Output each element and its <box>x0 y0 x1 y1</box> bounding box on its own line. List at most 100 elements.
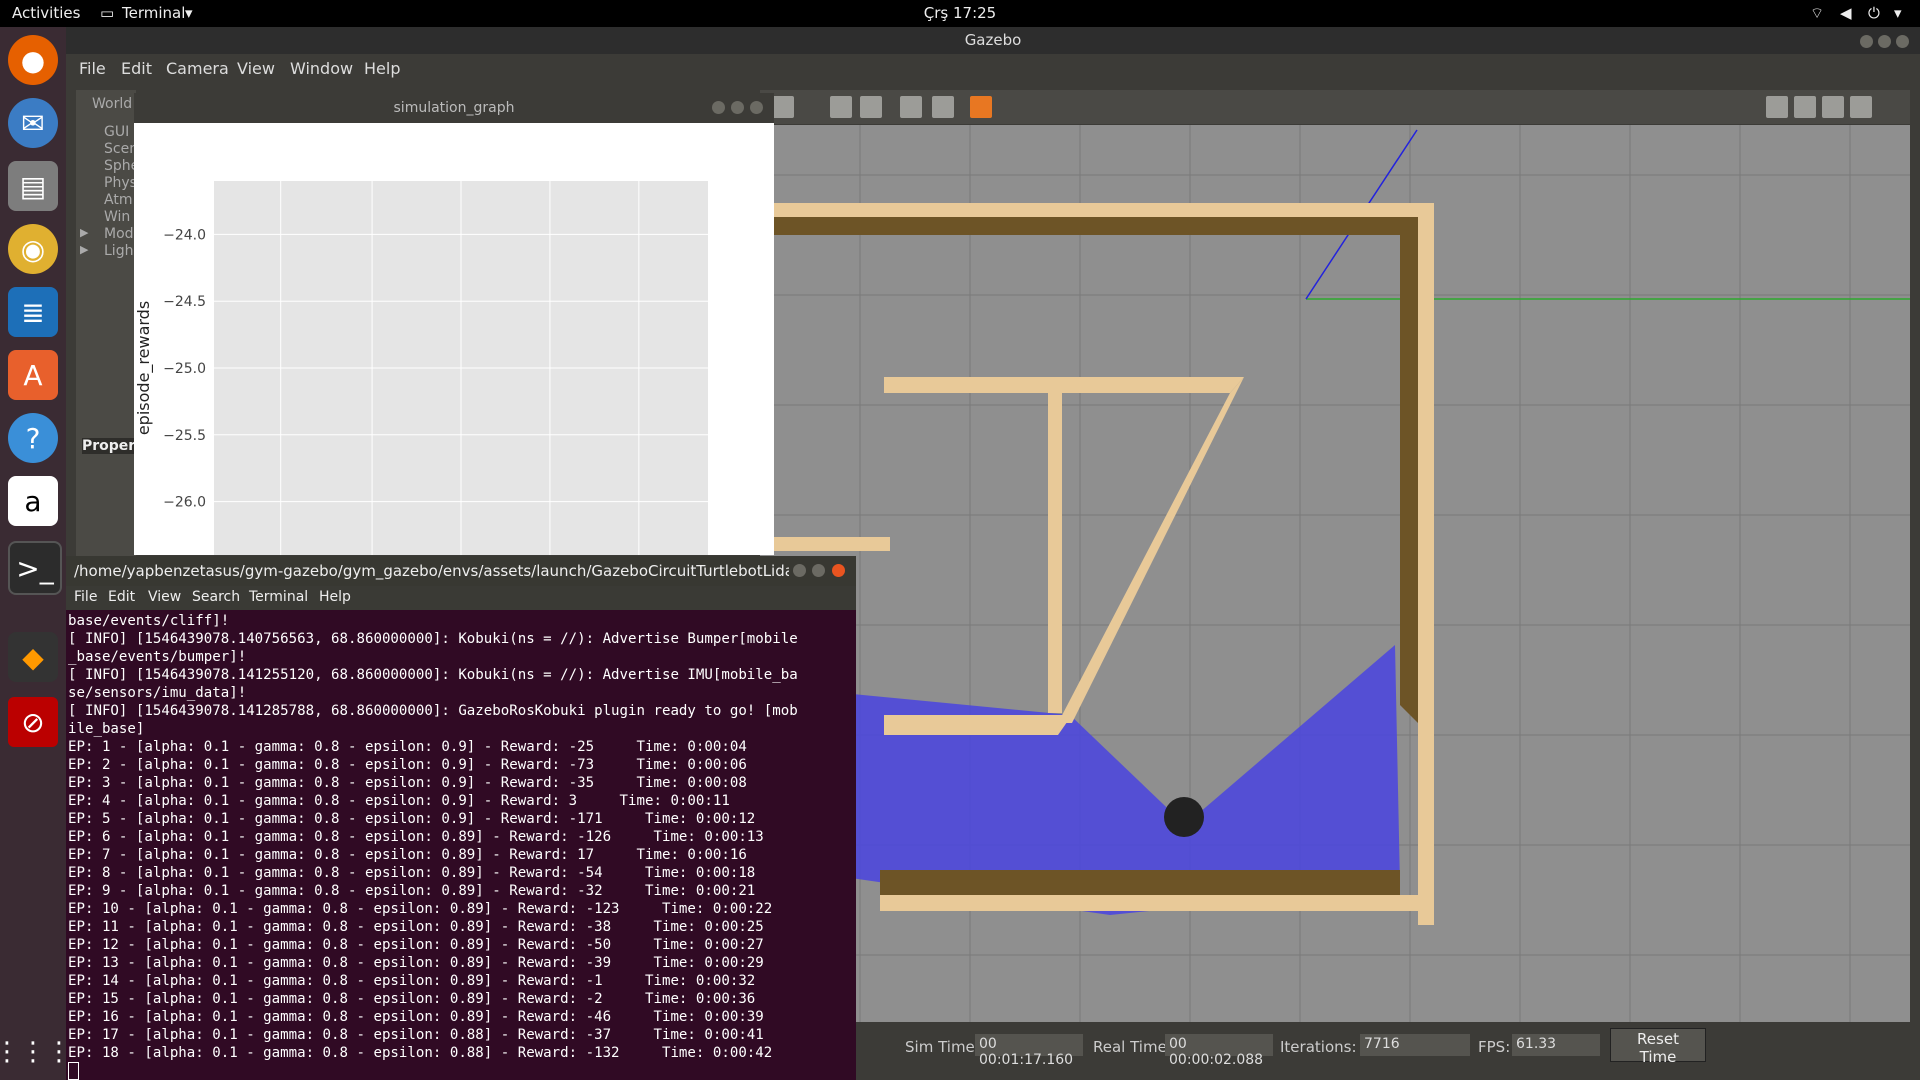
close-icon[interactable] <box>750 101 763 114</box>
blender-icon[interactable]: ◆ <box>8 632 58 682</box>
y-tick-label: −24.0 <box>163 227 206 243</box>
gazebo-toolbar <box>760 90 1910 124</box>
menu-terminal[interactable]: Terminal <box>249 589 308 605</box>
power-icon[interactable]: ⏻ <box>1868 4 1880 22</box>
terminal-line: EP: 16 - [alpha: 0.1 - gamma: 0.8 - epsi… <box>68 1009 764 1025</box>
properties-header: Proper <box>82 438 136 454</box>
magnet-icon[interactable] <box>932 96 954 118</box>
thunderbird-icon[interactable]: ✉ <box>8 98 58 148</box>
terminal-title: /home/yapbenzetasus/gym-gazebo/gym_gazeb… <box>74 562 789 580</box>
expand-arrow-icon[interactable]: ▶ <box>80 243 88 256</box>
chevron-down-icon[interactable]: ▾ <box>1894 4 1902 22</box>
reset-time-button[interactable]: Reset Time <box>1610 1028 1706 1066</box>
rhythmbox-icon[interactable]: ◉ <box>8 224 58 274</box>
terminal-line: EP: 12 - [alpha: 0.1 - gamma: 0.8 - epsi… <box>68 937 764 953</box>
menu-edit[interactable]: Edit <box>108 589 135 605</box>
maximize-icon[interactable] <box>1878 35 1891 48</box>
tree-item-wind[interactable]: Win <box>104 209 130 225</box>
terminal-line: se/sensors/imu_data]! <box>68 685 247 701</box>
menu-file[interactable]: File <box>79 59 106 78</box>
minimize-icon[interactable] <box>1860 35 1873 48</box>
turtlebot-robot[interactable] <box>1164 797 1204 837</box>
terminal-line: EP: 13 - [alpha: 0.1 - gamma: 0.8 - epsi… <box>68 955 764 971</box>
menu-window[interactable]: Window <box>290 59 353 78</box>
menu-view[interactable]: View <box>237 59 275 78</box>
tree-item-physics[interactable]: Phys <box>104 175 137 191</box>
terminal-line: [ INFO] [1546439078.141255120, 68.860000… <box>68 667 798 683</box>
maximize-icon[interactable] <box>812 564 825 577</box>
activities-button[interactable]: Activities <box>12 4 80 22</box>
close-icon[interactable] <box>1896 35 1909 48</box>
wall-inner-bottom <box>884 715 1072 735</box>
app-menu[interactable]: Terminal <box>122 4 185 22</box>
plot-icon[interactable] <box>1822 96 1844 118</box>
show-apps-icon[interactable]: ⋮⋮⋮ <box>0 1027 72 1077</box>
menu-edit[interactable]: Edit <box>121 59 152 78</box>
y-tick-label: −25.0 <box>163 361 206 377</box>
firefox-icon[interactable]: ● <box>8 35 58 85</box>
software-center-icon[interactable]: A <box>8 350 58 400</box>
video-icon[interactable] <box>1850 96 1872 118</box>
menu-file[interactable]: File <box>74 589 97 605</box>
sim-time-value: 00 00:01:17.160 <box>975 1034 1083 1068</box>
volume-icon[interactable]: ◀ <box>1840 4 1852 22</box>
real-time-value: 00 00:00:02.088 <box>1165 1034 1273 1068</box>
tree-item-lights[interactable]: Ligh <box>104 243 133 259</box>
tree-item-gui[interactable]: GUI <box>104 124 129 140</box>
tree-item-scene[interactable]: Scen <box>104 141 138 157</box>
terminal-app-icon: ▭ <box>100 4 115 22</box>
files-icon[interactable]: ▤ <box>8 161 58 211</box>
scene-render[interactable] <box>760 125 1910 1022</box>
paste-icon[interactable] <box>860 96 882 118</box>
close-icon[interactable] <box>832 564 845 577</box>
y-tick-label: −26.0 <box>163 495 206 511</box>
dock: ● ✉ ▤ ◉ ≣ A ? a >_ ◆ ⊘ ⋮⋮⋮ <box>0 27 72 1080</box>
writer-icon[interactable]: ≣ <box>8 287 58 337</box>
chevron-down-icon: ▾ <box>185 4 193 22</box>
terminal-line: EP: 7 - [alpha: 0.1 - gamma: 0.8 - epsil… <box>68 847 747 863</box>
plot-canvas: −24.0 −24.5 −25.0 −25.5 −26.0 episode_reward… <box>134 181 708 555</box>
clock[interactable]: Çrş 17:25 <box>924 4 996 22</box>
terminal-cursor <box>68 1062 79 1080</box>
menu-search[interactable]: Search <box>192 589 240 605</box>
terminal-line: EP: 6 - [alpha: 0.1 - gamma: 0.8 - epsil… <box>68 829 764 845</box>
record-log-icon[interactable] <box>1794 96 1816 118</box>
menu-help[interactable]: Help <box>364 59 400 78</box>
menu-help[interactable]: Help <box>319 589 351 605</box>
copy-icon[interactable] <box>830 96 852 118</box>
iterations-label: Iterations: <box>1280 1038 1357 1056</box>
menu-camera[interactable]: Camera <box>166 59 229 78</box>
menu-view[interactable]: View <box>148 589 181 605</box>
terminal-line: EP: 4 - [alpha: 0.1 - gamma: 0.8 - epsil… <box>68 793 730 809</box>
minimize-icon[interactable] <box>793 564 806 577</box>
view-angle-icon[interactable] <box>970 96 992 118</box>
camera-icon[interactable] <box>1766 96 1788 118</box>
terminal-line: EP: 10 - [alpha: 0.1 - gamma: 0.8 - epsi… <box>68 901 773 917</box>
align-icon[interactable] <box>900 96 922 118</box>
terminal-line: _base/events/bumper]! <box>68 649 247 665</box>
snap-icon[interactable] <box>772 96 794 118</box>
plot-window-title: simulation_graph <box>393 100 515 116</box>
y-tick-label: −25.5 <box>163 428 206 444</box>
wifi-icon[interactable]: ⌔ <box>1810 4 1824 23</box>
3d-viewport[interactable] <box>760 125 1910 1022</box>
maximize-icon[interactable] <box>731 101 744 114</box>
wall-inner-vertical <box>1048 393 1062 713</box>
tree-item-atmosphere[interactable]: Atm <box>104 192 132 208</box>
wall-bottom <box>880 895 1434 911</box>
gazebo-menubar: File Edit Camera View Window Help <box>66 54 1920 84</box>
tab-world[interactable]: World <box>92 96 132 112</box>
terminal-output[interactable]: base/events/cliff]! [ INFO] [1546439078.1… <box>66 610 856 1080</box>
block-icon[interactable]: ⊘ <box>8 697 58 747</box>
y-axis-label: episode_rewards <box>134 301 154 435</box>
expand-arrow-icon[interactable]: ▶ <box>80 226 88 239</box>
world-panel: World GUI Scen Sphe Phys Atm Win Mod Lig… <box>76 90 139 560</box>
tree-item-models[interactable]: Mod <box>104 226 134 242</box>
terminal-icon[interactable]: >_ <box>8 541 62 595</box>
gazebo-title: Gazebo <box>964 31 1022 49</box>
minimize-icon[interactable] <box>712 101 725 114</box>
plot-window: −24.0 −24.5 −25.0 −25.5 −26.0 episode_reward… <box>134 93 774 555</box>
amazon-icon[interactable]: a <box>8 476 58 526</box>
help-icon[interactable]: ? <box>8 413 58 463</box>
wall-top <box>760 203 1430 217</box>
